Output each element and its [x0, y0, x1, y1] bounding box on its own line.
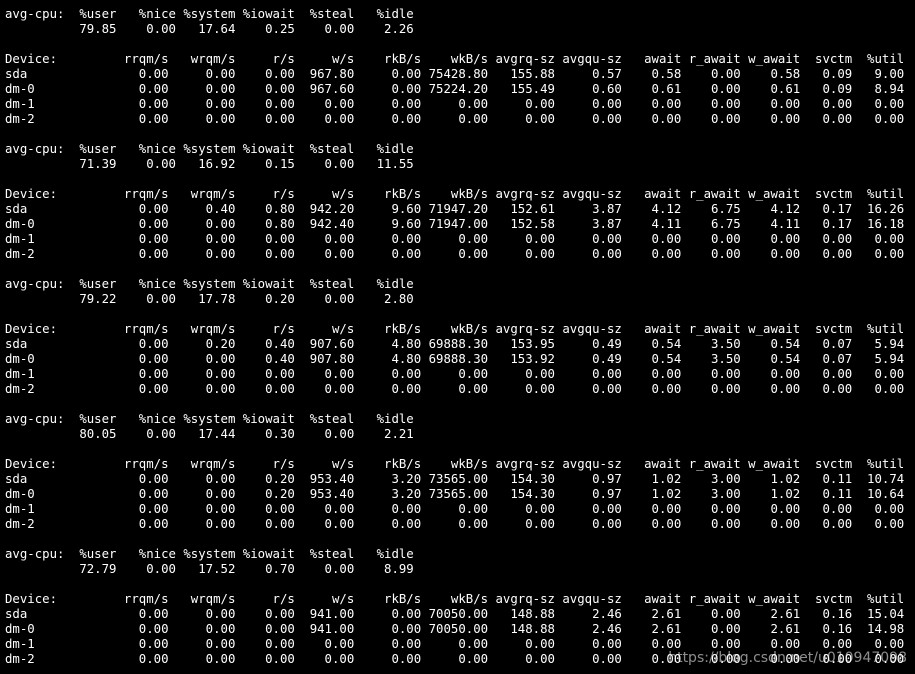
- watermark-url: https://blog.csdn.net/u010947098: [668, 650, 907, 666]
- terminal-line: sda 0.00 0.00 0.00 967.80 0.00 75428.80 …: [5, 67, 905, 81]
- terminal-line: dm-1 0.00 0.00 0.00 0.00 0.00 0.00 0.00 …: [5, 232, 905, 246]
- terminal-line: avg-cpu: %user %nice %system %iowait %st…: [5, 547, 414, 561]
- terminal-line: Device: rrqm/s wrqm/s r/s w/s rkB/s wkB/…: [5, 322, 905, 336]
- terminal-line: avg-cpu: %user %nice %system %iowait %st…: [5, 142, 414, 156]
- terminal-line: dm-0 0.00 0.00 0.20 953.40 3.20 73565.00…: [5, 487, 905, 501]
- terminal-line: dm-2 0.00 0.00 0.00 0.00 0.00 0.00 0.00 …: [5, 517, 905, 531]
- terminal-line: avg-cpu: %user %nice %system %iowait %st…: [5, 277, 414, 291]
- terminal-line: dm-0 0.00 0.00 0.00 941.00 0.00 70050.00…: [5, 622, 905, 636]
- terminal-line: sda 0.00 0.00 0.00 941.00 0.00 70050.00 …: [5, 607, 905, 621]
- terminal-line: avg-cpu: %user %nice %system %iowait %st…: [5, 412, 414, 426]
- terminal-line: dm-0 0.00 0.00 0.00 967.60 0.00 75224.20…: [5, 82, 905, 96]
- terminal-line: dm-2 0.00 0.00 0.00 0.00 0.00 0.00 0.00 …: [5, 247, 905, 261]
- terminal-line: avg-cpu: %user %nice %system %iowait %st…: [5, 7, 414, 21]
- terminal-line: sda 0.00 0.00 0.20 953.40 3.20 73565.00 …: [5, 472, 905, 486]
- terminal-line: dm-0 0.00 0.00 0.80 942.40 9.60 71947.00…: [5, 217, 905, 231]
- terminal-line: sda 0.00 0.20 0.40 907.60 4.80 69888.30 …: [5, 337, 905, 351]
- terminal-line: dm-2 0.00 0.00 0.00 0.00 0.00 0.00 0.00 …: [5, 382, 905, 396]
- terminal-line: 71.39 0.00 16.92 0.15 0.00 11.55: [5, 157, 414, 171]
- terminal-line: 79.85 0.00 17.64 0.25 0.00 2.26: [5, 22, 414, 36]
- terminal-line: Device: rrqm/s wrqm/s r/s w/s rkB/s wkB/…: [5, 187, 905, 201]
- terminal-line: Device: rrqm/s wrqm/s r/s w/s rkB/s wkB/…: [5, 457, 905, 471]
- terminal-line: sda 0.00 0.40 0.80 942.20 9.60 71947.20 …: [5, 202, 905, 216]
- terminal-line: Device: rrqm/s wrqm/s r/s w/s rkB/s wkB/…: [5, 592, 905, 606]
- terminal-line: dm-2 0.00 0.00 0.00 0.00 0.00 0.00 0.00 …: [5, 112, 905, 126]
- terminal-line: dm-1 0.00 0.00 0.00 0.00 0.00 0.00 0.00 …: [5, 367, 905, 381]
- terminal-line: dm-1 0.00 0.00 0.00 0.00 0.00 0.00 0.00 …: [5, 502, 905, 516]
- terminal-line: dm-0 0.00 0.00 0.40 907.80 4.80 69888.30…: [5, 352, 905, 366]
- terminal-output[interactable]: avg-cpu: %user %nice %system %iowait %st…: [5, 7, 904, 667]
- terminal-line: 80.05 0.00 17.44 0.30 0.00 2.21: [5, 427, 414, 441]
- terminal-line: Device: rrqm/s wrqm/s r/s w/s rkB/s wkB/…: [5, 52, 905, 66]
- terminal-line: 79.22 0.00 17.78 0.20 0.00 2.80: [5, 292, 414, 306]
- terminal-line: dm-1 0.00 0.00 0.00 0.00 0.00 0.00 0.00 …: [5, 97, 905, 111]
- terminal-line: 72.79 0.00 17.52 0.70 0.00 8.99: [5, 562, 414, 576]
